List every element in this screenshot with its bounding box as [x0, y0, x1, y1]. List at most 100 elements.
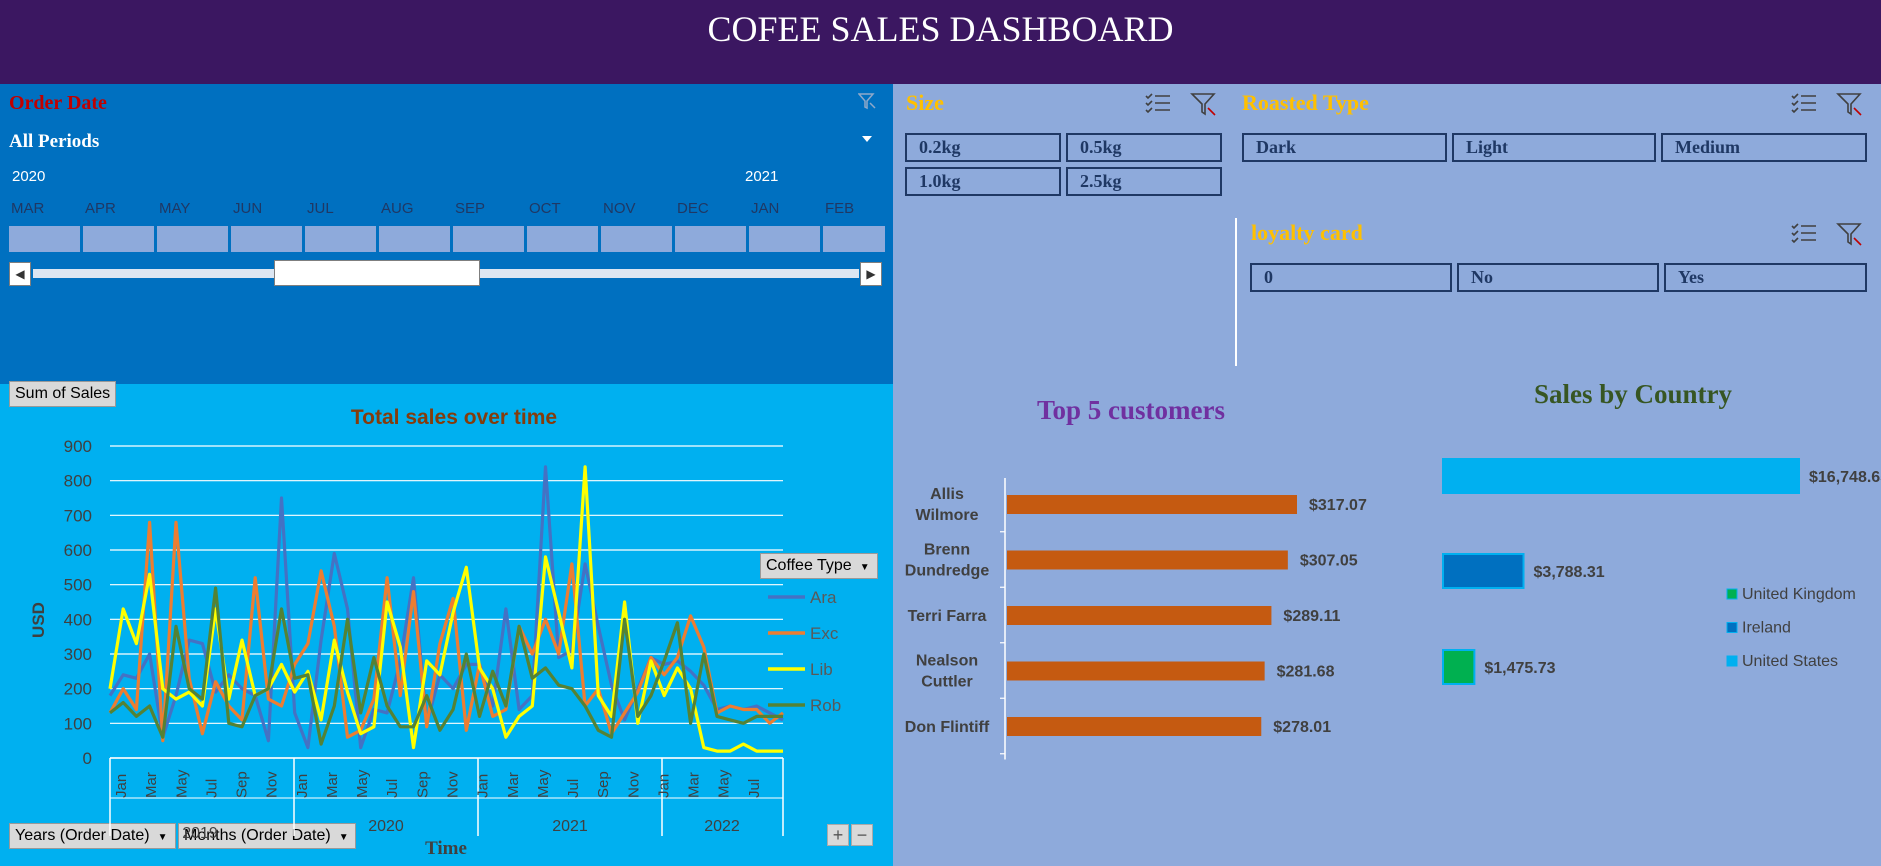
slicer-item-loyalty[interactable]: Yes	[1664, 263, 1867, 292]
country-legend-swatch	[1726, 622, 1738, 633]
timeline-month-cell[interactable]	[823, 226, 888, 252]
timeline-month-cell[interactable]	[749, 226, 823, 252]
multi-select-icon[interactable]	[1144, 92, 1172, 116]
slicer-divider	[1235, 218, 1237, 366]
timeline-title: Order Date	[9, 92, 107, 114]
x-month-label: Jan	[294, 774, 311, 798]
slicer-item-size[interactable]: 0.5kg	[1066, 133, 1222, 162]
timeline-month-label: JAN	[751, 200, 780, 217]
x-year-label: 2021	[552, 818, 588, 835]
y-tick-label: 400	[64, 610, 92, 629]
country-value-label: $16,748.65	[1809, 469, 1881, 486]
slicer-item-size[interactable]: 0.2kg	[905, 133, 1061, 162]
customer-label: Brenn Dundredge	[905, 542, 990, 580]
x-month-label: Mar	[324, 772, 341, 798]
clear-filter-icon[interactable]	[857, 92, 876, 110]
x-month-label: May	[716, 769, 733, 798]
timeline-month-cell[interactable]	[9, 226, 83, 252]
legend-label: Rob	[810, 696, 841, 715]
timeline-month-cell[interactable]	[231, 226, 305, 252]
timeline-scroll-thumb[interactable]	[274, 260, 480, 286]
x-month-label: Nov	[445, 771, 462, 798]
clear-filter-icon[interactable]	[1836, 222, 1864, 246]
customer-value-label: $278.01	[1273, 719, 1331, 736]
x-month-label: Jul	[565, 779, 582, 798]
x-month-label: Jan	[655, 774, 672, 798]
timeline-month-label: SEP	[455, 200, 486, 217]
country-value-label: $3,788.31	[1534, 564, 1605, 581]
x-month-label: Sep	[234, 771, 251, 798]
slicer-item-roast[interactable]: Medium	[1661, 133, 1867, 162]
x-month-label: May	[173, 769, 190, 798]
customer-bar	[1007, 495, 1297, 514]
series-line-rob	[109, 586, 783, 746]
scroll-right-button[interactable]: ▶	[860, 262, 882, 286]
x-month-label: May	[354, 769, 371, 798]
clear-filter-icon[interactable]	[1190, 92, 1218, 116]
x-month-label: Mar	[686, 772, 703, 798]
x-month-label: Jul	[384, 779, 401, 798]
customer-label: Don Flintiff	[905, 719, 990, 736]
country-value-label: $1,475.73	[1484, 660, 1555, 677]
slicer-item-loyalty[interactable]: 0	[1250, 263, 1452, 292]
timeline-month-label: MAR	[11, 200, 45, 217]
y-tick-label: 500	[64, 576, 92, 595]
country-legend-swatch	[1726, 588, 1738, 600]
timeline-month-cell[interactable]	[675, 226, 749, 252]
series-line-lib	[108, 465, 783, 753]
timeline-month-label: MAY	[159, 200, 191, 217]
country-bar	[1442, 458, 1800, 494]
x-month-label: Sep	[414, 771, 431, 798]
timeline-month-label: FEB	[825, 200, 855, 217]
timeline-month-cell[interactable]	[157, 226, 231, 252]
x-month-label: Jul	[746, 779, 763, 798]
slicer-item-roast[interactable]: Light	[1452, 133, 1656, 162]
customer-bar	[1007, 550, 1288, 570]
roast-type-slicer-title: Roasted Type	[1242, 90, 1369, 115]
timeline-month-label: JUL	[307, 200, 334, 217]
legend-label: Ara	[810, 588, 837, 607]
customer-value-label: $307.05	[1300, 553, 1358, 570]
slicer-item-size[interactable]: 1.0kg	[905, 167, 1061, 196]
period-dropdown-icon[interactable]	[862, 136, 872, 142]
timeline-month-cell[interactable]	[83, 226, 157, 252]
y-tick-label: 800	[64, 472, 92, 491]
timeline-month-label: DEC	[677, 200, 709, 217]
x-month-label: Jan	[475, 774, 492, 798]
sales-by-country-chart: Sales by Country $16,748.65 $3,788.31 $1,47…	[1442, 379, 1881, 685]
timeline-month-cell[interactable]	[305, 226, 379, 252]
country-legend-label: United States	[1742, 653, 1838, 670]
y-tick-label: 300	[64, 645, 92, 664]
x-year-label: 2020	[368, 818, 404, 835]
y-tick-label: 0	[83, 749, 92, 768]
loyalty-card-slicer-title: loyalty card	[1251, 220, 1363, 245]
timeline-month-label: OCT	[529, 200, 561, 217]
timeline-month-cell[interactable]	[453, 226, 527, 252]
timeline-month-cell[interactable]	[379, 226, 453, 252]
customer-value-label: $289.11	[1283, 608, 1340, 625]
sales-line-chart: Total sales over time 0 100 200 300 400 500 600…	[29, 406, 841, 859]
customer-value-label: $281.68	[1277, 664, 1335, 681]
scroll-left-button[interactable]: ◀	[9, 262, 31, 286]
customer-bar	[1007, 661, 1265, 681]
slicer-item-loyalty[interactable]: No	[1457, 263, 1659, 292]
timeline-month-cell[interactable]	[527, 226, 601, 252]
legend-label: Lib	[810, 660, 833, 679]
x-month-label: Jul	[203, 779, 220, 798]
country-bar	[1442, 649, 1476, 685]
multi-select-icon[interactable]	[1790, 92, 1818, 116]
customer-bar	[1007, 606, 1272, 625]
timeline-month-label: NOV	[603, 200, 636, 217]
x-month-label: Mar	[143, 772, 160, 798]
slicer-item-size[interactable]: 2.5kg	[1066, 167, 1222, 196]
multi-select-icon[interactable]	[1790, 222, 1818, 246]
timeline-month-label: JUN	[233, 200, 263, 217]
slicer-item-roast[interactable]: Dark	[1242, 133, 1447, 162]
y-axis-label: USD	[29, 602, 48, 638]
country-chart-title: Sales by Country	[1534, 379, 1733, 409]
y-tick-label: 100	[64, 714, 92, 733]
legend-label: Exc	[810, 624, 839, 643]
clear-filter-icon[interactable]	[1836, 92, 1864, 116]
timeline-month-cell[interactable]	[601, 226, 675, 252]
timeline-period-label: All Periods	[9, 131, 100, 152]
